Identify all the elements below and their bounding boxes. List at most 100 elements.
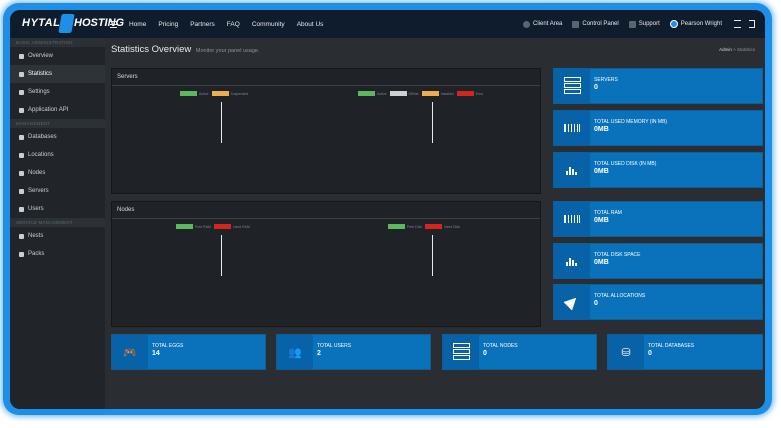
stat-value: 0 — [594, 84, 598, 91]
stat-total-disk-space: TOTAL DISK SPACE 0MB — [553, 243, 763, 279]
servers-legend-left: Active Suspended — [180, 91, 251, 96]
legend-label-used-ram: Used RAM — [232, 224, 250, 229]
nodes-legend-left: Free RAM Used RAM — [176, 224, 253, 229]
legend-swatch-offline[interactable] — [389, 91, 407, 96]
user-nav: Client Area Control Panel Support Pearso… — [513, 10, 755, 38]
stat-value: 0MB — [594, 168, 609, 175]
breadcrumb-admin[interactable]: Admin — [719, 47, 732, 52]
stat-label: TOTAL EGGS — [152, 343, 184, 349]
legend-swatch-active[interactable] — [358, 91, 375, 96]
stat-label: TOTAL DISK SPACE — [594, 252, 641, 258]
nav-faq[interactable]: FAQ — [227, 21, 240, 28]
legend-swatch-used-disk[interactable] — [424, 224, 442, 229]
sidebar-item-overview[interactable]: Overview — [10, 47, 105, 65]
memory-icon — [554, 111, 590, 145]
legend-label-error: Error — [475, 91, 484, 96]
legend-swatch-free-disk[interactable] — [388, 224, 405, 229]
list-icon[interactable] — [734, 20, 741, 28]
sidebar-item-label: Locations — [28, 152, 54, 158]
sidebar-item-statistics[interactable]: Statistics — [10, 65, 105, 83]
nav-about-us[interactable]: About Us — [297, 21, 324, 28]
stat-value: 0 — [594, 300, 598, 307]
database-icon — [19, 134, 24, 140]
nodes-legend-right: Free Disk Used Disk — [388, 224, 463, 229]
sidebar: BASIC ADMINISTRATION Overview Statistics… — [10, 38, 105, 409]
stat-label: TOTAL RAM — [594, 210, 622, 216]
sidebar-item-label: Databases — [28, 134, 57, 140]
sidebar-item-nodes[interactable]: Nodes — [10, 164, 105, 182]
control-panel-link[interactable]: Control Panel — [572, 20, 619, 28]
stat-value: 0MB — [594, 259, 609, 266]
legend-swatch-error[interactable] — [456, 91, 474, 96]
stat-value: 2 — [317, 350, 321, 357]
stat-total-ram: TOTAL RAM 0MB — [553, 201, 763, 237]
stat-label: TOTAL NODES — [483, 343, 518, 349]
control-panel-label: Control Panel — [582, 21, 619, 27]
globe-icon — [19, 152, 24, 158]
sidebar-item-databases[interactable]: Databases — [10, 128, 105, 146]
home-icon — [19, 53, 24, 59]
menu-toggle-icon[interactable] — [110, 20, 117, 28]
legend-swatch-free-ram[interactable] — [176, 224, 193, 229]
sidebar-item-label: Packs — [28, 251, 45, 257]
user-menu[interactable]: Pearson Wright — [669, 20, 722, 28]
logo-mark-icon — [58, 14, 75, 33]
site-logo[interactable]: HYTALE HOSTING — [20, 13, 124, 35]
th-icon — [19, 233, 24, 239]
servers-legend-right: Active Offline Installed Error — [358, 91, 486, 96]
nodes-panel-title: Nodes — [117, 207, 135, 213]
archive-icon — [19, 251, 24, 257]
sidebar-item-label: Users — [28, 206, 44, 212]
nav-pricing[interactable]: Pricing — [158, 21, 178, 28]
legend-label-active: Active — [199, 91, 209, 96]
legend-label-suspended: Suspended — [230, 91, 249, 96]
sidebar-item-nests[interactable]: Nests — [10, 227, 105, 245]
stat-label: TOTAL DATABASES — [648, 343, 695, 349]
page-title-text: Statistics Overview — [111, 44, 192, 55]
legend-label-used-disk: Used Disk — [443, 224, 460, 229]
stat-label: TOTAL ALLOCATIONS — [594, 293, 646, 299]
stat-total-databases: ⛁ TOTAL DATABASES 0 — [607, 334, 763, 370]
breadcrumb-current: Statistics — [736, 47, 755, 52]
panel-divider — [112, 85, 540, 86]
app-window: HYTALE HOSTING Home Pricing Partners FAQ… — [10, 10, 765, 409]
nodes-ram-chart — [221, 235, 222, 276]
servers-power-chart — [432, 102, 433, 143]
legend-swatch-installed[interactable] — [421, 91, 439, 96]
sidebar-item-label: Settings — [28, 89, 50, 95]
bar-chart-icon — [554, 244, 590, 278]
sidebar-item-settings[interactable]: Settings — [10, 83, 105, 101]
server-icon — [19, 188, 24, 194]
legend-swatch-used-ram[interactable] — [213, 224, 231, 229]
database-icon: ⛁ — [608, 335, 644, 369]
sidebar-item-users[interactable]: Users — [10, 200, 105, 218]
main-nav: Home Pricing Partners FAQ Community Abou… — [110, 10, 335, 38]
sidebar-item-locations[interactable]: Locations — [10, 146, 105, 164]
stat-label: SERVERS — [594, 77, 618, 83]
stat-value: 0MB — [594, 217, 609, 224]
sidebar-item-label: Overview — [28, 53, 54, 59]
support-link[interactable]: Support — [628, 20, 660, 28]
stat-total-users: 👥 TOTAL USERS 2 — [276, 334, 431, 370]
sidebar-header-basic: BASIC ADMINISTRATION — [10, 38, 105, 47]
sidebar-item-application-api[interactable]: Application API — [10, 101, 105, 119]
wrench-icon — [19, 89, 24, 95]
servers-panel: Servers Active Suspended Active Offline … — [111, 68, 541, 194]
support-label: Support — [638, 21, 660, 27]
client-area-label: Client Area — [533, 21, 563, 27]
legend-swatch-active[interactable] — [180, 91, 197, 96]
gamepad-icon: 🎮 — [112, 335, 148, 369]
stat-label: TOTAL USED DISK (IN MB) — [594, 161, 657, 167]
nav-community[interactable]: Community — [252, 21, 285, 28]
sidebar-item-label: Nodes — [28, 170, 46, 176]
legend-swatch-suspended[interactable] — [211, 91, 229, 96]
stat-total-eggs: 🎮 TOTAL EGGS 14 — [111, 334, 266, 370]
logout-icon[interactable] — [749, 20, 755, 28]
sidebar-item-packs[interactable]: Packs — [10, 245, 105, 263]
client-area-icon — [523, 20, 531, 28]
sidebar-item-servers[interactable]: Servers — [10, 182, 105, 200]
nav-home[interactable]: Home — [129, 21, 146, 28]
memory-icon — [554, 202, 590, 236]
nav-partners[interactable]: Partners — [190, 21, 215, 28]
client-area-link[interactable]: Client Area — [523, 20, 563, 28]
